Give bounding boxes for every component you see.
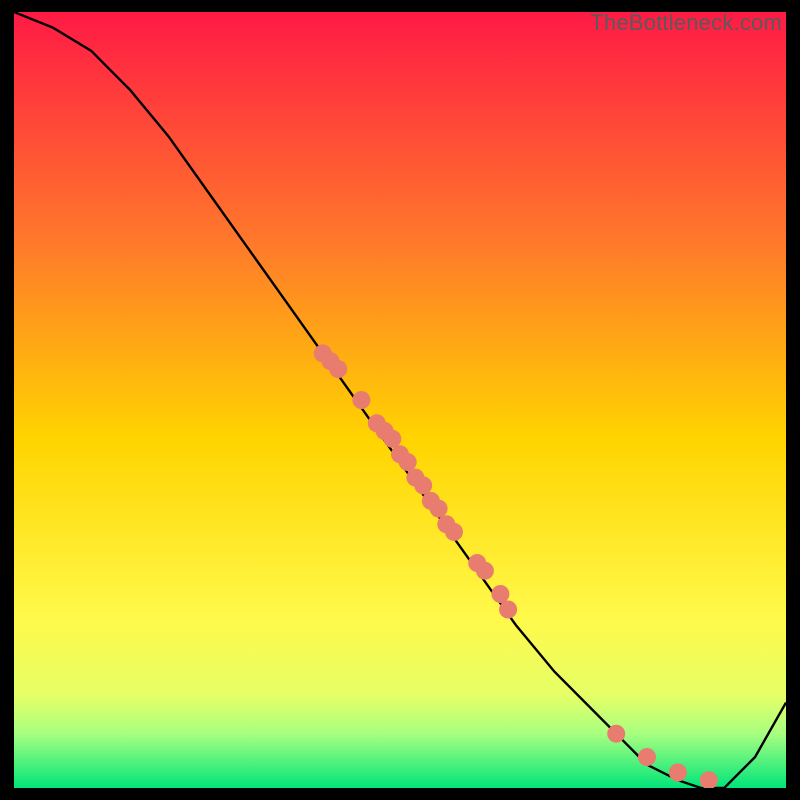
data-point <box>491 585 509 603</box>
data-point <box>499 601 517 619</box>
chart-frame: TheBottleneck.com <box>14 12 786 788</box>
data-point <box>430 500 448 518</box>
data-point <box>414 476 432 494</box>
data-point <box>638 748 656 766</box>
data-point <box>329 360 347 378</box>
data-point <box>383 430 401 448</box>
data-point <box>352 391 370 409</box>
watermark-text: TheBottleneck.com <box>590 10 782 36</box>
data-point <box>669 764 687 782</box>
gradient-background <box>14 12 786 788</box>
data-point <box>607 725 625 743</box>
data-point <box>445 523 463 541</box>
bottleneck-chart <box>14 12 786 788</box>
data-point <box>399 453 417 471</box>
data-point <box>476 562 494 580</box>
